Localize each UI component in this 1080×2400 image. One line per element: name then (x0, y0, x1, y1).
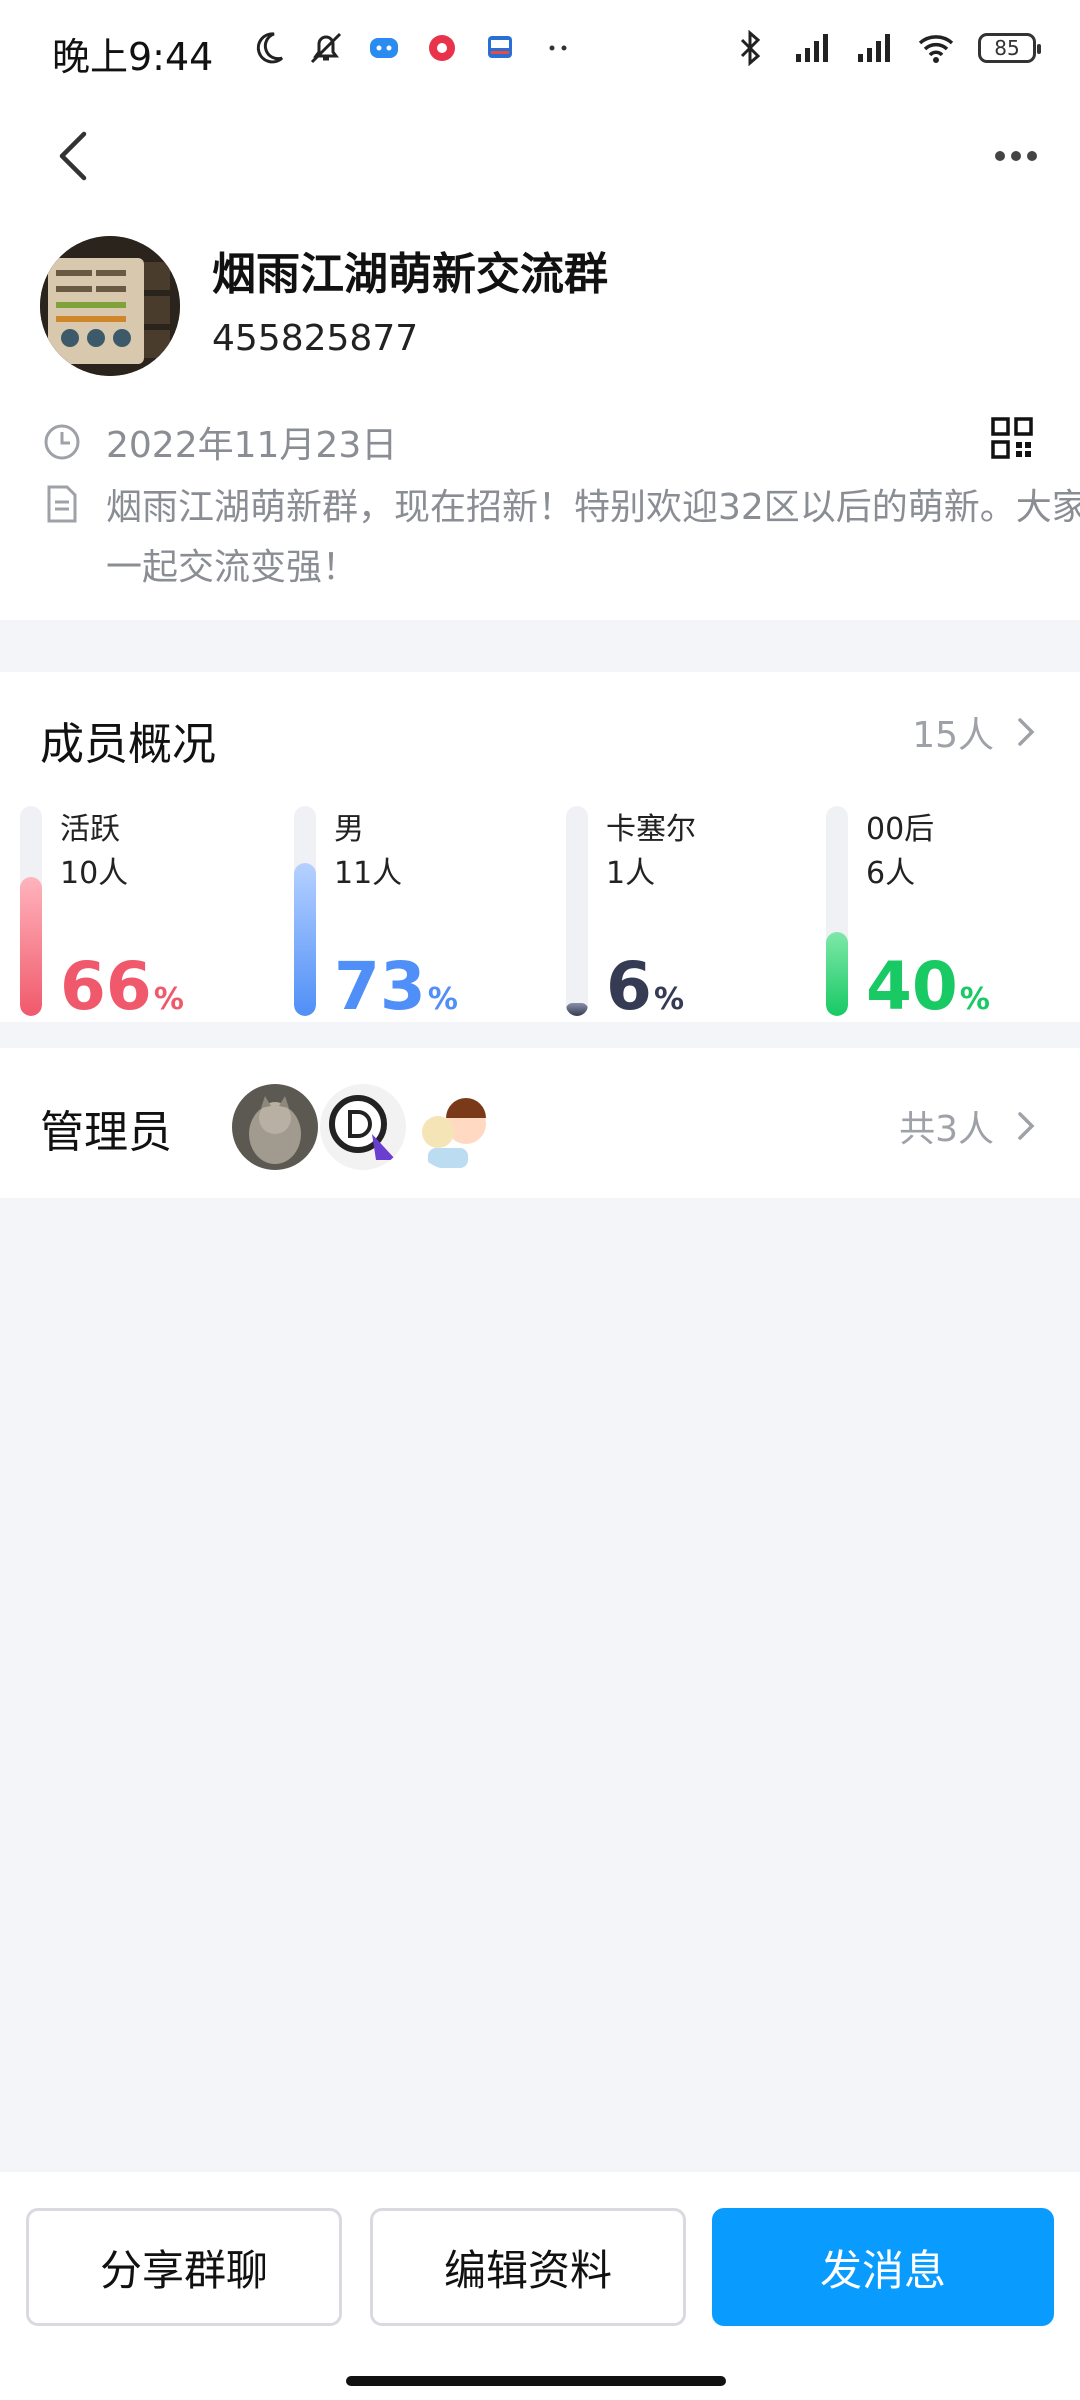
admins-section[interactable]: 管理员 共3人 (0, 1048, 1080, 1198)
admin-avatar (320, 1084, 406, 1170)
bottom-action-bar: 分享群聊 编辑资料 发消息 (0, 2172, 1080, 2400)
send-message-button[interactable]: 发消息 (712, 2208, 1054, 2326)
home-indicator[interactable] (346, 2376, 726, 2386)
stat-percent: 73% (334, 948, 458, 1025)
cat-avatar-image (232, 1084, 318, 1170)
stat-percent: 40% (866, 948, 990, 1025)
description-row: 烟雨江湖萌新群，现在招新！特别欢迎32区以后的萌新。大家一起交流变强！ (40, 478, 1080, 598)
group-profile-page: 晚上9:44 85 烟雨江湖萌新交流群 455825877 2022年11月23… (0, 0, 1080, 2400)
admins-count: 共3人 (899, 1109, 994, 1150)
stat-count: 10人 (60, 856, 129, 891)
members-count: 15人 (912, 715, 994, 756)
members-count-link[interactable]: 15人 (912, 706, 1040, 758)
document-icon (47, 485, 77, 523)
group-description: 烟雨江湖萌新群，现在招新！特别欢迎32区以后的萌新。大家一起交流变强！ (106, 487, 1080, 588)
mute-icon (310, 32, 342, 64)
stat-label: 活跃 (60, 812, 120, 847)
admin-avatar (232, 1084, 318, 1170)
more-notifications-icon (549, 45, 567, 51)
signal-icon-2 (858, 34, 890, 62)
stat-bar-fill (826, 932, 848, 1016)
moon-icon (256, 32, 284, 64)
edit-profile-button[interactable]: 编辑资料 (370, 2208, 686, 2326)
stat-bar-track (294, 806, 316, 1016)
stat-label: 卡塞尔 (606, 812, 696, 847)
clock-icon (44, 424, 80, 460)
stat-bar-fill (20, 877, 42, 1016)
status-bar: 晚上9:44 85 (0, 0, 1080, 96)
group-header: 烟雨江湖萌新交流群 455825877 2022年11月23日 烟雨江湖萌新群，… (0, 96, 1080, 620)
more-dot (1011, 151, 1021, 161)
app-notification-icon (370, 38, 398, 58)
admin-avatar (410, 1084, 496, 1170)
status-time: 晚上9:44 (52, 35, 214, 79)
stat-count: 1人 (606, 856, 656, 891)
stat-percent: 6% (606, 948, 684, 1025)
wifi-icon (918, 35, 954, 63)
group-avatar[interactable] (40, 236, 180, 376)
group-name: 烟雨江湖萌新交流群 (212, 249, 608, 300)
stat-male: 男 11人 73% (294, 806, 534, 1022)
stat-label: 男 (334, 812, 364, 847)
qr-code-icon[interactable] (990, 416, 1034, 460)
back-arrow-icon[interactable] (46, 116, 106, 196)
more-icon[interactable] (986, 126, 1046, 186)
stat-bar-track (826, 806, 848, 1016)
group-avatar-image (40, 236, 180, 376)
group-id: 455825877 (212, 318, 419, 359)
battery-icon: 85 (978, 33, 1041, 63)
bluetooth-icon (740, 29, 761, 67)
share-group-button[interactable]: 分享群聊 (26, 2208, 342, 2326)
stat-percent: 66% (60, 948, 184, 1025)
stat-post-00s: 00后 6人 40% (826, 806, 1066, 1022)
created-date: 2022年11月23日 (106, 425, 398, 466)
created-date-row: 2022年11月23日 (40, 416, 1080, 476)
members-title: 成员概况 (40, 719, 216, 770)
stat-bar-fill (294, 863, 316, 1016)
signal-icon (796, 34, 828, 62)
stat-count: 6人 (866, 856, 916, 891)
stat-label: 00后 (866, 812, 935, 847)
status-right-icons: 85 (730, 28, 1041, 68)
more-dot (995, 151, 1005, 161)
admins-title: 管理员 (40, 1107, 172, 1158)
sketch-avatar-image (320, 1084, 406, 1170)
stat-count: 11人 (334, 856, 403, 891)
music-app-icon (429, 35, 455, 61)
stat-bar-track (566, 806, 588, 1016)
chevron-right-icon (1018, 718, 1035, 746)
stat-bar-track (20, 806, 42, 1016)
admins-count-link[interactable]: 共3人 (899, 1100, 1040, 1152)
members-overview[interactable]: 成员概况 15人 活跃 10人 66% 男 11人 73% 卡塞尔 1人 6% … (0, 672, 1080, 1022)
stat-kasel: 卡塞尔 1人 6% (566, 806, 806, 1022)
stat-bar-fill (566, 1003, 588, 1016)
more-dot (1027, 151, 1037, 161)
bus-app-icon (488, 36, 512, 58)
cartoon-avatar-image (410, 1084, 496, 1170)
status-left-icons (248, 28, 578, 68)
stat-active: 活跃 10人 66% (20, 806, 260, 1022)
chevron-right-icon (1018, 1112, 1035, 1140)
